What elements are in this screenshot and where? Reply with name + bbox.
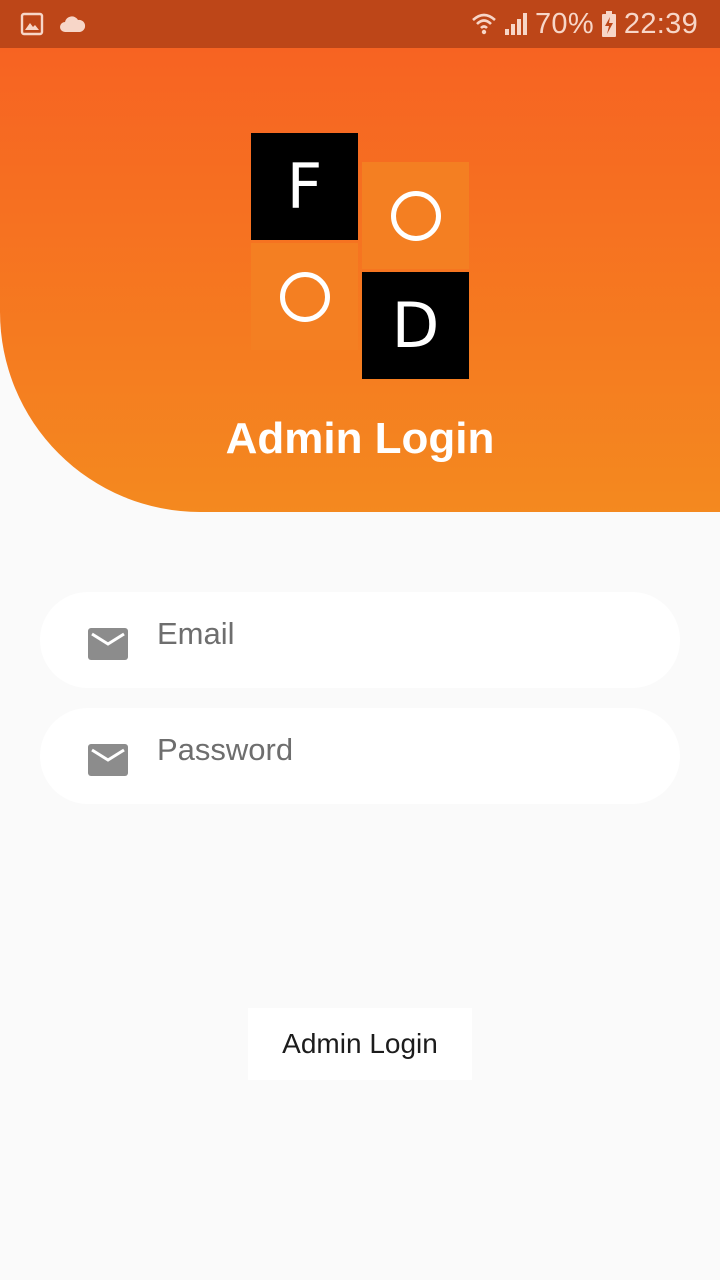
email-field[interactable] (40, 592, 680, 688)
logo-ring-icon (279, 271, 330, 322)
status-bar-right: 70% 22:39 (471, 8, 698, 41)
logo-ring-icon (390, 190, 441, 241)
clock: 22:39 (623, 7, 698, 40)
logo-tile-d: D (362, 272, 469, 379)
password-field[interactable] (40, 708, 680, 804)
email-input[interactable] (157, 616, 617, 652)
logo-tile-f: F (251, 133, 358, 240)
page-title: Admin Login (225, 414, 495, 463)
admin-login-button[interactable]: Admin Login (248, 1008, 472, 1080)
battery-percent: 70% (534, 7, 594, 40)
mail-icon (88, 744, 128, 776)
password-input[interactable] (157, 732, 617, 768)
signal-icon (503, 11, 529, 37)
mail-icon (88, 628, 128, 660)
logo-letter-d: D (391, 289, 440, 362)
food-logo: F D (251, 133, 469, 379)
status-bar-left (20, 12, 86, 36)
header-banner: F D Admin Login (0, 48, 720, 512)
battery-charging-icon (600, 10, 618, 38)
wifi-icon (471, 10, 497, 38)
login-screen: 70% 22:39 F D Admin Login Email Admin Lo… (0, 0, 720, 1280)
logo-tile-o-top (362, 162, 469, 269)
logo-tile-o-bottom (251, 243, 358, 350)
logo-letter-f: F (286, 150, 323, 223)
status-bar: 70% 22:39 (0, 0, 720, 48)
gallery-icon (20, 12, 44, 36)
cloud-icon (58, 14, 86, 34)
